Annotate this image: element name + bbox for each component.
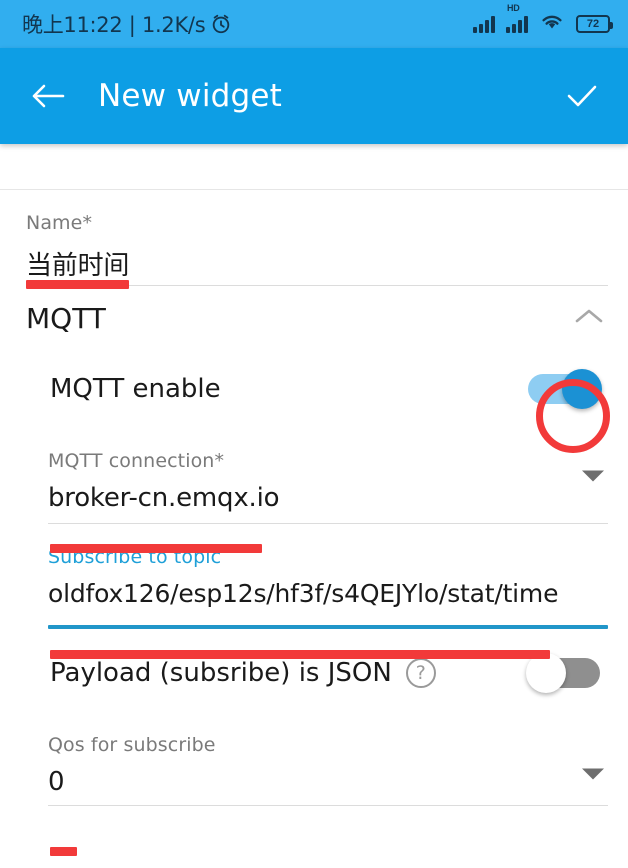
qos-subscribe-label: Qos for subscribe <box>48 734 216 756</box>
toggle-knob <box>526 653 566 693</box>
back-arrow-icon[interactable] <box>26 74 70 118</box>
qos-subscribe-row[interactable]: Qos for subscribe 0 <box>0 712 628 812</box>
app-bar: New widget <box>0 48 628 144</box>
mqtt-section-header[interactable]: MQTT <box>0 286 628 350</box>
mqtt-section-title: MQTT <box>26 301 106 335</box>
app-screen: 晚上11:22 | 1.2K/s HD 72 New widget Name* … <box>0 0 628 868</box>
payload-json-row[interactable]: Payload (subsribe) is JSON ? <box>0 634 628 712</box>
subscribe-topic-row[interactable]: Subscribe to topic oldfox126/esp12s/hf3f… <box>0 524 628 634</box>
toggle-knob <box>562 369 602 409</box>
battery-level: 72 <box>586 17 600 30</box>
qos-subscribe-value[interactable]: 0 <box>26 756 602 797</box>
status-bar-right: HD 72 <box>473 3 613 36</box>
help-circle-icon[interactable]: ? <box>405 658 436 688</box>
red-underline-connection <box>50 544 262 553</box>
name-field-label: Name* <box>26 212 93 234</box>
mqtt-connection-label: MQTT connection* <box>48 450 225 472</box>
mqtt-connection-value[interactable]: broker-cn.emqx.io <box>26 472 602 513</box>
payload-json-label-group: Payload (subsribe) is JSON ? <box>50 658 436 688</box>
status-time-and-netspeed: 晚上11:22 | 1.2K/s <box>22 13 206 37</box>
mqtt-enable-label: MQTT enable <box>50 374 221 404</box>
help-glyph: ? <box>415 662 426 684</box>
name-field-row[interactable]: Name* 当前时间 <box>0 190 628 286</box>
payload-json-toggle[interactable] <box>526 653 600 693</box>
mqtt-enable-toggle[interactable] <box>528 369 602 409</box>
dropdown-arrow-icon[interactable] <box>582 470 604 482</box>
hd-label: HD <box>507 3 520 13</box>
battery-icon: 72 <box>576 15 613 33</box>
chevron-up-icon[interactable] <box>574 306 604 331</box>
payload-json-label: Payload (subsribe) is JSON <box>50 658 392 688</box>
form-content: Name* 当前时间 MQTT MQTT enable MQTT connect… <box>0 144 628 812</box>
subscribe-topic-underline-focused <box>48 625 608 629</box>
red-underline-name <box>26 280 129 289</box>
status-bar: 晚上11:22 | 1.2K/s HD 72 <box>0 0 628 48</box>
red-underline-topic <box>50 650 550 659</box>
status-bar-left: 晚上11:22 | 1.2K/s <box>22 9 232 39</box>
subscribe-topic-input[interactable]: oldfox126/esp12s/hf3f/s4QEJYlo/stat/time <box>26 568 602 608</box>
qos-subscribe-underline <box>48 805 608 806</box>
signal-bars-hd-icon: HD <box>506 3 528 33</box>
wifi-icon <box>539 12 565 36</box>
name-input[interactable]: 当前时间 <box>26 234 602 282</box>
signal-bars-icon <box>473 15 495 33</box>
red-underline-qos <box>50 847 77 856</box>
alarm-clock-icon <box>210 13 232 35</box>
mqtt-connection-row[interactable]: MQTT connection* broker-cn.emqx.io <box>0 428 628 524</box>
checkmark-icon[interactable] <box>560 74 604 118</box>
top-spacer-block <box>0 144 628 190</box>
page-title: New widget <box>98 78 283 114</box>
mqtt-enable-row[interactable]: MQTT enable <box>0 350 628 428</box>
dropdown-arrow-icon[interactable] <box>582 768 604 780</box>
